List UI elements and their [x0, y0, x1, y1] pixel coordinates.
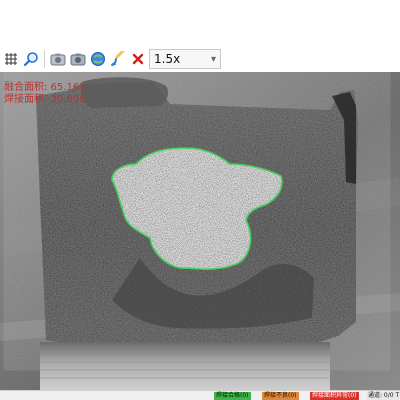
camera-settings-icon[interactable] [69, 50, 87, 68]
status-badge-pass: 焊接合格(0) [214, 392, 251, 400]
zoom-select[interactable]: 1.5x ▾ [149, 49, 221, 69]
weld-image [0, 72, 400, 390]
zoom-value: 1.5x [154, 52, 181, 66]
status-badge-area-error: 焊接面积异常(0) [310, 392, 359, 400]
status-channel: 通道: 0/0 T [366, 392, 400, 400]
magnify-icon[interactable] [22, 50, 40, 68]
weld-area-text: 焊接面积: 30.896 [4, 94, 86, 105]
toolbar-row: 1.5x ▾ [0, 46, 221, 72]
camera-icon[interactable] [49, 50, 67, 68]
toolbar: 1.5x ▾ [0, 0, 400, 72]
status-badge-fail: 焊接不良(0) [262, 392, 299, 400]
globe-icon[interactable] [89, 50, 107, 68]
brush-icon[interactable] [109, 50, 127, 68]
status-bar: 焊接合格(0) 焊接不良(0) 焊接面积异常(0) 通道: 0/0 T [0, 390, 400, 400]
chevron-down-icon: ▾ [210, 53, 216, 65]
close-icon[interactable] [129, 50, 147, 68]
bottom-plate [40, 342, 330, 390]
fusion-area-text: 融合面积: 65.161 [4, 82, 86, 93]
measurement-overlay: 融合面积: 65.161 焊接面积: 30.896 [4, 82, 86, 106]
image-viewport[interactable]: 融合面积: 65.161 焊接面积: 30.896 [0, 72, 400, 390]
app-window: 1.5x ▾ 融合面积: 65.161 焊接面积: 30.896 焊接合格(0)… [0, 0, 400, 400]
toolbar-separator [44, 50, 45, 68]
grid-icon[interactable] [2, 50, 20, 68]
